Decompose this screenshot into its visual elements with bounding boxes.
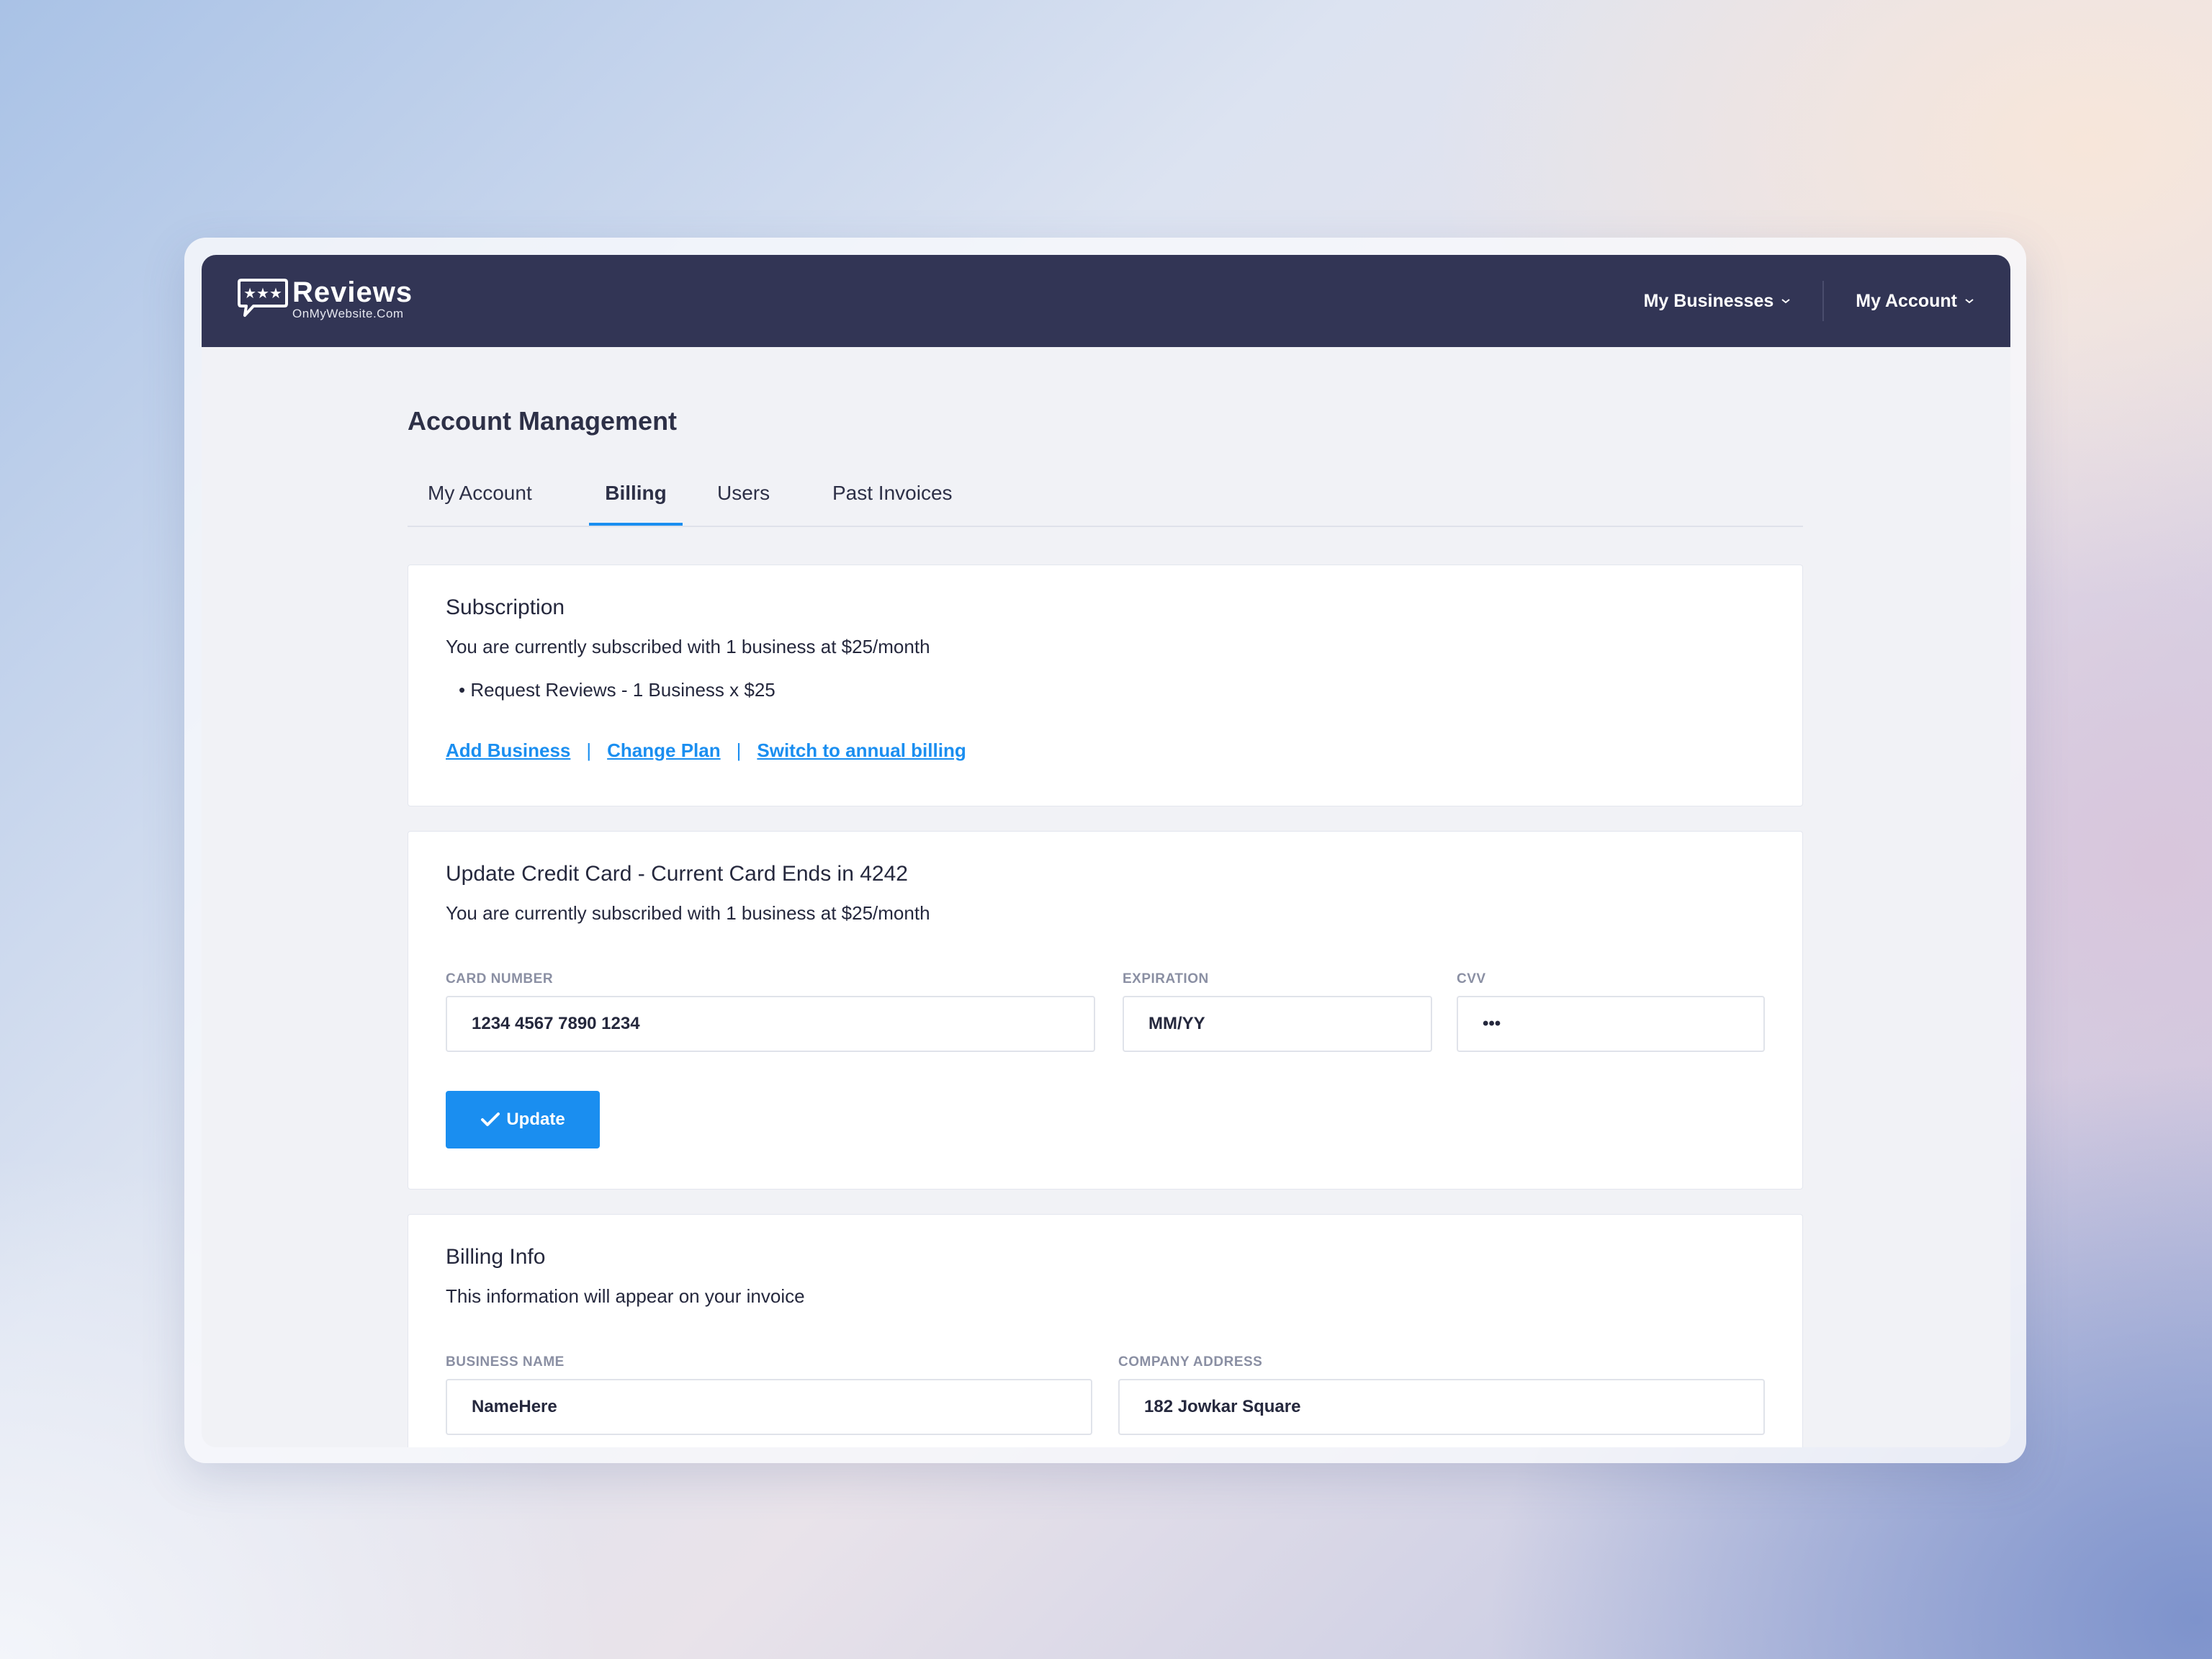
business-name-input[interactable] — [446, 1379, 1092, 1435]
switch-annual-billing-link[interactable]: Switch to annual billing — [757, 739, 966, 762]
company-address-input[interactable] — [1118, 1379, 1765, 1435]
cvv-input[interactable] — [1457, 996, 1765, 1052]
add-business-link[interactable]: Add Business — [446, 739, 570, 762]
expiration-label: EXPIRATION — [1123, 971, 1209, 986]
card-number-label: CARD NUMBER — [446, 971, 554, 986]
change-plan-link[interactable]: Change Plan — [607, 739, 720, 762]
nav-divider — [1822, 281, 1825, 321]
chevron-down-icon — [1965, 299, 1974, 304]
cvv-label: CVV — [1457, 971, 1486, 986]
subscription-links: Add Business | Change Plan | Switch to a… — [446, 739, 966, 762]
credit-card-card: Update Credit Card - Current Card Ends i… — [408, 831, 1803, 1190]
subscription-card: Subscription You are currently subscribe… — [408, 565, 1803, 806]
credit-card-title: Update Credit Card - Current Card Ends i… — [446, 862, 908, 886]
tab-users[interactable]: Users — [717, 474, 770, 526]
my-account-menu[interactable]: My Account — [1856, 291, 1974, 312]
my-account-label: My Account — [1856, 290, 1957, 311]
my-businesses-menu[interactable]: My Businesses — [1644, 291, 1791, 312]
logo-title: Reviews — [292, 276, 413, 308]
tab-bar: My Account Billing Users Past Invoices — [408, 474, 1803, 527]
app-window: ★★★ Reviews OnMyWebsite.Com My Businesse… — [202, 255, 2010, 1447]
link-separator: | — [736, 739, 742, 761]
card-number-input[interactable] — [446, 996, 1095, 1052]
expiration-input[interactable] — [1123, 996, 1432, 1052]
update-button[interactable]: Update — [446, 1091, 600, 1148]
billing-info-description: This information will appear on your inv… — [446, 1285, 805, 1307]
top-navbar: ★★★ Reviews OnMyWebsite.Com My Businesse… — [202, 255, 2010, 347]
tab-my-account[interactable]: My Account — [428, 474, 532, 526]
business-name-label: BUSINESS NAME — [446, 1354, 565, 1370]
logo[interactable]: ★★★ Reviews OnMyWebsite.Com — [238, 278, 413, 320]
chevron-down-icon — [1781, 299, 1790, 304]
checkmark-icon — [481, 1112, 500, 1126]
link-separator: | — [586, 739, 592, 761]
logo-subtitle: OnMyWebsite.Com — [292, 307, 404, 320]
review-bubble-icon: ★★★ — [238, 279, 288, 317]
page-title: Account Management — [408, 406, 678, 436]
tab-past-invoices[interactable]: Past Invoices — [832, 474, 953, 526]
subscription-line-item: • Request Reviews - 1 Business x $25 — [459, 679, 775, 701]
my-businesses-label: My Businesses — [1643, 290, 1774, 311]
tab-billing[interactable]: Billing — [589, 474, 683, 526]
subscription-title: Subscription — [446, 595, 565, 619]
company-address-label: COMPANY ADDRESS — [1118, 1354, 1263, 1370]
svg-text:★★★: ★★★ — [243, 284, 282, 302]
credit-card-description: You are currently subscribed with 1 busi… — [446, 902, 930, 924]
billing-info-card: Billing Info This information will appea… — [408, 1214, 1803, 1447]
subscription-description: You are currently subscribed with 1 busi… — [446, 636, 930, 657]
update-button-label: Update — [506, 1110, 565, 1129]
billing-info-title: Billing Info — [446, 1245, 546, 1269]
